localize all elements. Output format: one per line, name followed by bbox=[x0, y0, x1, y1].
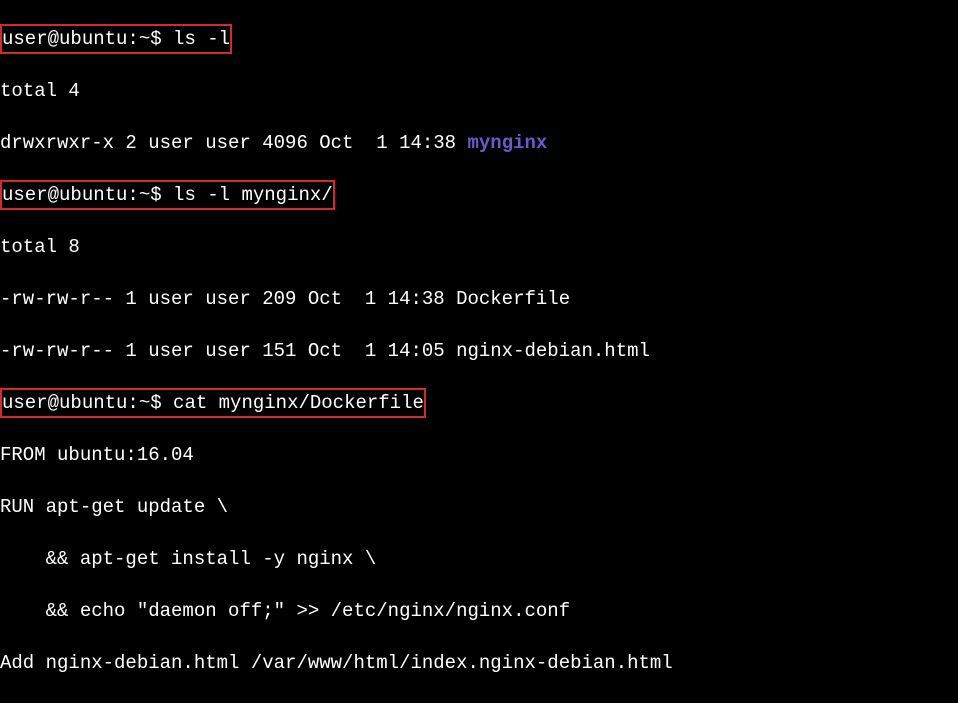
command-text: ls -l mynginx/ bbox=[173, 184, 333, 206]
prompt-path: ~ bbox=[139, 28, 150, 50]
terminal-output: user@ubuntu:~$ ls -l total 4 drwxrwxr-x … bbox=[0, 0, 958, 703]
output-line: drwxrwxr-x 2 user user 4096 Oct 1 14:38 … bbox=[0, 130, 958, 156]
output-line: FROM ubuntu:16.04 bbox=[0, 442, 958, 468]
prompt-user: user@ubuntu bbox=[2, 184, 127, 206]
prompt-path: ~ bbox=[139, 392, 150, 414]
output-line: && echo "daemon off;" >> /etc/nginx/ngin… bbox=[0, 598, 958, 624]
output-line: -rw-rw-r-- 1 user user 209 Oct 1 14:38 D… bbox=[0, 286, 958, 312]
output-line: && apt-get install -y nginx \ bbox=[0, 546, 958, 572]
output-line: total 8 bbox=[0, 234, 958, 260]
prompt-path: ~ bbox=[139, 184, 150, 206]
command-text: ls -l bbox=[173, 28, 230, 50]
command-line-1: user@ubuntu:~$ ls -l bbox=[0, 24, 232, 54]
command-text: cat mynginx/Dockerfile bbox=[173, 392, 424, 414]
prompt-user: user@ubuntu bbox=[2, 28, 127, 50]
directory-name: mynginx bbox=[467, 132, 547, 154]
output-line: total 4 bbox=[0, 78, 958, 104]
output-line: -rw-rw-r-- 1 user user 151 Oct 1 14:05 n… bbox=[0, 338, 958, 364]
command-line-3: user@ubuntu:~$ cat mynginx/Dockerfile bbox=[0, 388, 426, 418]
output-line: RUN apt-get update \ bbox=[0, 494, 958, 520]
output-line: Add nginx-debian.html /var/www/html/inde… bbox=[0, 650, 958, 676]
command-line-2: user@ubuntu:~$ ls -l mynginx/ bbox=[0, 180, 335, 210]
prompt-user: user@ubuntu bbox=[2, 392, 127, 414]
